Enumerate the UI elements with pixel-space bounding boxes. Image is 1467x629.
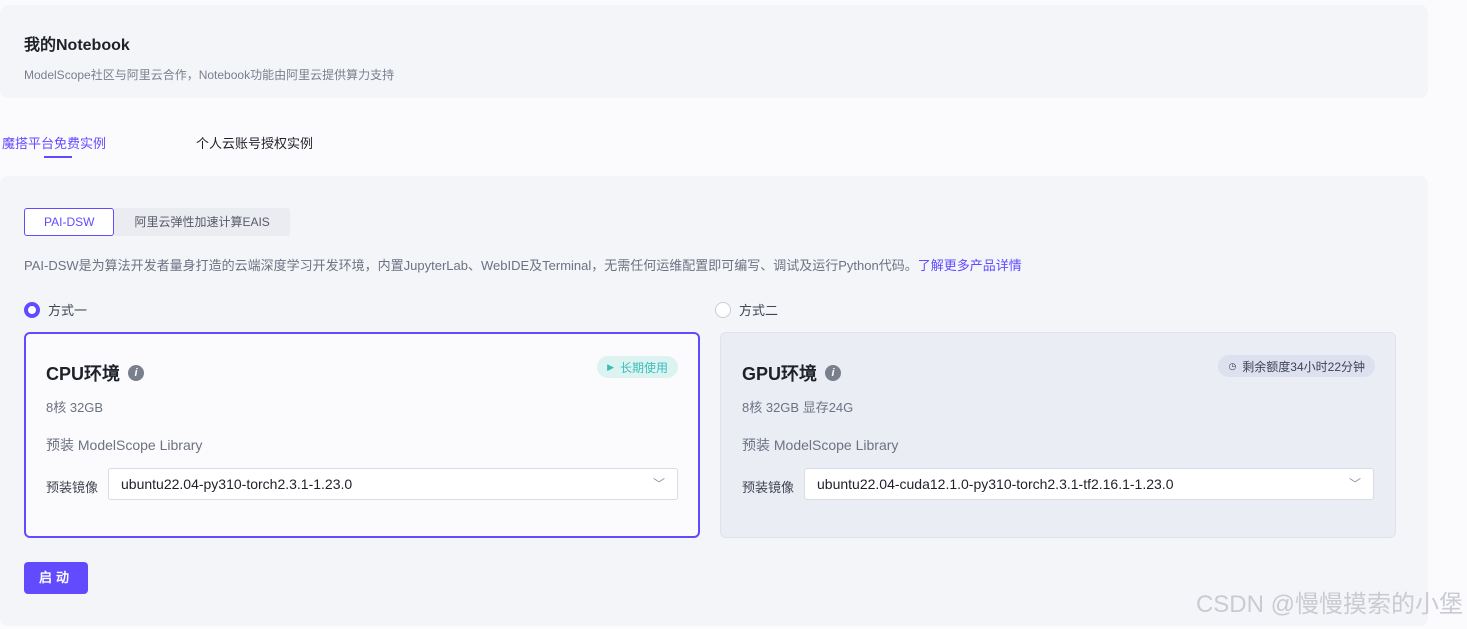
chevron-down-icon: ﹀ [652, 477, 665, 491]
gpu-library: 预装 ModelScope Library [742, 437, 899, 453]
gpu-card-title: GPU环境 i [742, 360, 842, 386]
long-term-badge: ▶ 长期使用 [597, 356, 678, 378]
remaining-quota-badge: ◷ 剩余额度34小时22分钟 [1218, 355, 1375, 377]
cpu-image-label: 预装镜像 [46, 480, 99, 495]
cpu-image-select[interactable]: ubuntu22.04-py310-torch2.3.1-1.23.0 ﹀ [108, 468, 678, 500]
watermark: CSDN @慢慢摸索的小堡 [1195, 591, 1463, 618]
gpu-title-text: GPU环境 [742, 364, 818, 384]
option-one-label: 方式一 [48, 303, 88, 318]
page-header: 我的Notebook ModelScope社区与阿里云合作，Notebook功能… [0, 5, 1428, 98]
cpu-card[interactable]: CPU环境 i ▶ 长期使用 8核 32GB 预装 ModelScope Lib… [24, 332, 700, 538]
cpu-library: 预装 ModelScope Library [46, 437, 203, 453]
gpu-image-label: 预装镜像 [742, 480, 795, 495]
segment-pai-dsw[interactable]: PAI-DSW [24, 208, 115, 236]
gpu-badge-text: 剩余额度34小时22分钟 [1242, 359, 1365, 374]
cpu-image-value: ubuntu22.04-py310-torch2.3.1-1.23.0 [121, 476, 353, 492]
info-icon[interactable]: i [825, 365, 842, 381]
cpu-card-title: CPU环境 i [46, 360, 145, 386]
launch-button[interactable]: 启动 [24, 562, 88, 594]
cpu-title-text: CPU环境 [46, 364, 121, 384]
learn-more-link[interactable]: 了解更多产品详情 [918, 258, 1022, 273]
radio-option-one[interactable] [24, 301, 40, 318]
instance-panel: PAI-DSW 阿里云弹性加速计算EAIS PAI-DSW是为算法开发者量身打造… [0, 176, 1428, 626]
description-text: PAI-DSW是为算法开发者量身打造的云端深度学习开发环境，内置JupyterL… [24, 258, 918, 273]
gpu-card[interactable]: GPU环境 i ◷ 剩余额度34小时22分钟 8核 32GB 显存24G 预装 … [720, 332, 1396, 538]
option-two-label: 方式二 [739, 303, 779, 318]
gpu-image-select[interactable]: ubuntu22.04-cuda12.1.0-py310-torch2.3.1-… [804, 468, 1374, 500]
tab-free-instance[interactable]: 魔搭平台免费实例 [2, 133, 106, 152]
gpu-spec: 8核 32GB 显存24G [742, 400, 854, 415]
radio-option-two[interactable] [715, 301, 731, 318]
chevron-down-icon: ﹀ [1348, 477, 1361, 491]
active-tab-indicator [44, 156, 72, 158]
gpu-image-value: ubuntu22.04-cuda12.1.0-py310-torch2.3.1-… [817, 476, 1174, 492]
info-icon[interactable]: i [128, 365, 145, 381]
tab-personal-account-instance[interactable]: 个人云账号授权实例 [196, 133, 313, 152]
page-title: 我的Notebook [24, 37, 130, 54]
play-icon: ▶ [607, 361, 614, 372]
clock-icon: ◷ [1228, 360, 1237, 371]
option-two[interactable]: 方式二 [715, 300, 778, 319]
product-segment: PAI-DSW 阿里云弹性加速计算EAIS [24, 208, 290, 236]
segment-eais[interactable]: 阿里云弹性加速计算EAIS [114, 208, 290, 236]
product-description: PAI-DSW是为算法开发者量身打造的云端深度学习开发环境，内置JupyterL… [24, 255, 1022, 274]
option-one[interactable]: 方式一 [24, 300, 87, 319]
cpu-badge-text: 长期使用 [619, 360, 668, 375]
cpu-spec: 8核 32GB [46, 400, 104, 415]
page-subtitle: ModelScope社区与阿里云合作，Notebook功能由阿里云提供算力支持 [24, 68, 395, 82]
